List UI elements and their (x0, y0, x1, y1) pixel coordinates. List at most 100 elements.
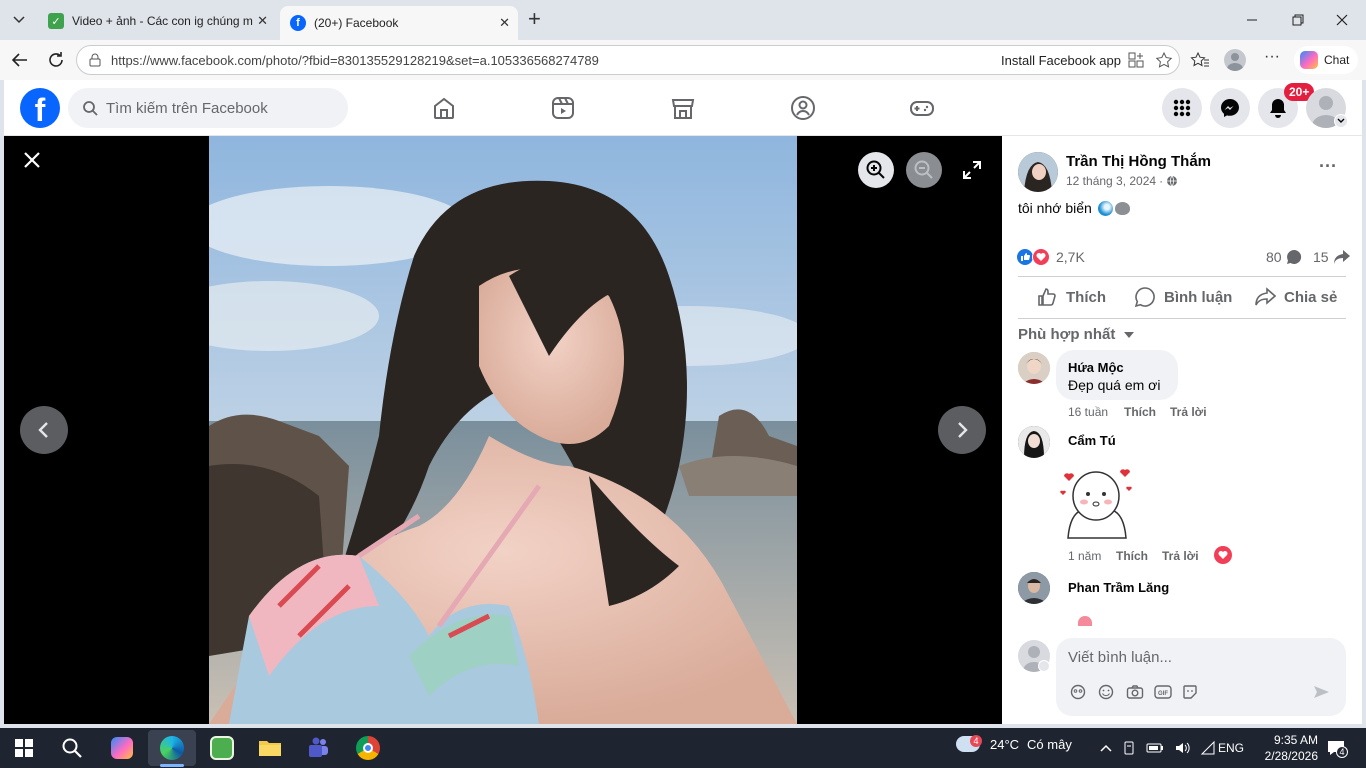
edge-app[interactable] (158, 734, 186, 762)
close-viewer-button[interactable] (22, 150, 42, 170)
nav-groups[interactable] (789, 94, 817, 122)
clock-date: 2/28/2026 (1264, 749, 1318, 763)
commenter-avatar[interactable] (1018, 426, 1050, 458)
browser-tab-facebook[interactable]: f (20+) Facebook ✕ (280, 6, 518, 40)
reload-button[interactable] (44, 48, 68, 72)
zoom-out-icon (914, 160, 933, 179)
install-app-button[interactable]: Install Facebook app (1001, 53, 1121, 68)
wechat-like-app[interactable] (208, 734, 236, 762)
weather-badge: 4 (970, 735, 982, 747)
account-dropdown-icon[interactable] (1334, 114, 1348, 128)
comment-sort-dropdown[interactable]: Phù hợp nhất (1018, 326, 1135, 343)
teams-icon (309, 737, 328, 757)
tab-title: Video + ảnh - Các con ig chúng m (72, 14, 253, 28)
thumbs-up-icon (1038, 288, 1056, 306)
clock[interactable]: 9:35 AM 2/28/2026 (1256, 732, 1318, 764)
new-tab-button[interactable]: + (528, 8, 550, 32)
author-name[interactable]: Trần Thị Hồng Thắm (1066, 153, 1211, 170)
my-avatar-dropdown-icon[interactable] (1038, 660, 1050, 672)
comment-input[interactable]: Viết bình luận... GIF (1056, 638, 1346, 716)
more-menu-button[interactable]: ··· (1262, 48, 1282, 72)
chevron-right-icon (958, 422, 968, 438)
app-install-icon[interactable] (1127, 51, 1145, 69)
site-info-icon[interactable] (87, 52, 103, 68)
reaction-summary[interactable]: 2,7K (1016, 248, 1085, 266)
copilot-chat-button[interactable]: Chat (1294, 46, 1358, 74)
file-explorer-app[interactable] (256, 734, 284, 762)
close-window-button[interactable] (1330, 8, 1354, 32)
back-button[interactable] (8, 48, 32, 72)
facebook-search[interactable]: Tìm kiếm trên Facebook (68, 88, 348, 128)
previous-photo-button[interactable] (20, 406, 68, 454)
browser-tab-video[interactable]: ✓ Video + ảnh - Các con ig chúng m ✕ (38, 6, 276, 36)
address-bar[interactable]: https://www.facebook.com/photo/?fbid=830… (76, 45, 1180, 75)
fullscreen-button[interactable] (962, 160, 982, 180)
comment-count-link[interactable]: 80 (1266, 249, 1302, 265)
copilot-app[interactable] (108, 734, 136, 762)
search-button[interactable] (58, 734, 86, 762)
sticker-icon[interactable] (1182, 684, 1198, 700)
url-text[interactable]: https://www.facebook.com/photo/?fbid=830… (111, 53, 1001, 68)
post-options-button[interactable]: ··· (1314, 156, 1342, 180)
start-button[interactable] (10, 734, 38, 762)
comment-reply-link[interactable]: Trả lời (1162, 549, 1199, 563)
teams-app[interactable] (304, 734, 332, 762)
minimize-button[interactable] (1240, 8, 1264, 32)
comment-placeholder: Viết bình luận... (1068, 649, 1172, 666)
post-photo[interactable] (209, 136, 797, 724)
post-details-panel: Trần Thị Hồng Thắm 12 tháng 3, 2024 · ··… (1002, 136, 1362, 724)
nav-home[interactable] (430, 94, 458, 122)
gif-icon[interactable]: GIF (1154, 684, 1172, 700)
next-photo-button[interactable] (938, 406, 986, 454)
commenter-avatar[interactable] (1018, 352, 1050, 384)
profile-avatar[interactable] (1224, 49, 1246, 71)
nav-gaming[interactable] (908, 94, 936, 122)
star-icon[interactable] (1155, 51, 1173, 69)
emoji-icon[interactable] (1098, 684, 1114, 700)
maximize-button[interactable] (1285, 8, 1309, 32)
avatar-sticker-icon[interactable] (1070, 684, 1086, 700)
chrome-app[interactable] (354, 734, 382, 762)
comment-like-link[interactable]: Thích (1124, 405, 1156, 419)
close-tab-icon[interactable]: ✕ (499, 15, 510, 31)
comment-time[interactable]: 1 năm (1068, 549, 1101, 563)
share-count-link[interactable]: 15 (1313, 249, 1351, 265)
camera-icon[interactable] (1126, 684, 1144, 700)
nav-video[interactable] (549, 94, 577, 122)
browser-tab-strip: ✓ Video + ảnh - Các con ig chúng m ✕ f (… (0, 0, 1366, 40)
commenter-name[interactable]: Hứa Mộc (1068, 360, 1124, 375)
comment-button[interactable]: Bình luận (1134, 286, 1232, 308)
menu-button[interactable] (1162, 88, 1202, 128)
tray-icons[interactable] (1122, 740, 1216, 756)
commenter-name[interactable]: Phan Trầm Lăng (1068, 580, 1169, 595)
like-button[interactable]: Thích (1036, 286, 1106, 308)
comment-like-link[interactable]: Thích (1116, 549, 1148, 563)
zoom-in-button[interactable] (858, 152, 894, 188)
share-button[interactable]: Chia sẻ (1254, 286, 1337, 308)
weather-temp: 24°C (990, 736, 1020, 752)
facebook-logo[interactable]: f (20, 88, 60, 128)
tray-overflow-button[interactable] (1098, 740, 1114, 756)
favorites-button[interactable] (1190, 50, 1210, 70)
caption-text: tôi nhớ biển (1018, 200, 1092, 216)
author-avatar[interactable] (1018, 152, 1058, 192)
comment-reply-link[interactable]: Trả lời (1170, 405, 1207, 419)
post-date[interactable]: 12 tháng 3, 2024 (1066, 174, 1156, 188)
love-reaction-icon[interactable] (1214, 546, 1232, 564)
chrome-icon (356, 736, 380, 760)
tab-list-button[interactable] (8, 10, 30, 30)
input-language[interactable]: ENG (1218, 741, 1244, 755)
comment-time[interactable]: 16 tuần (1068, 405, 1108, 419)
sticker-image[interactable] (1056, 466, 1136, 542)
zoom-out-button[interactable] (906, 152, 942, 188)
green-app-icon (210, 736, 234, 760)
messenger-button[interactable] (1210, 88, 1250, 128)
nav-marketplace[interactable] (669, 94, 697, 122)
comment-label: Bình luận (1164, 288, 1233, 306)
commenter-avatar[interactable] (1018, 572, 1050, 604)
send-icon[interactable] (1312, 684, 1330, 700)
close-tab-icon[interactable]: ✕ (257, 13, 268, 29)
commenter-name[interactable]: Cẩm Tú (1068, 433, 1116, 448)
gaming-icon (910, 101, 934, 116)
commenter-photo (1018, 572, 1050, 604)
